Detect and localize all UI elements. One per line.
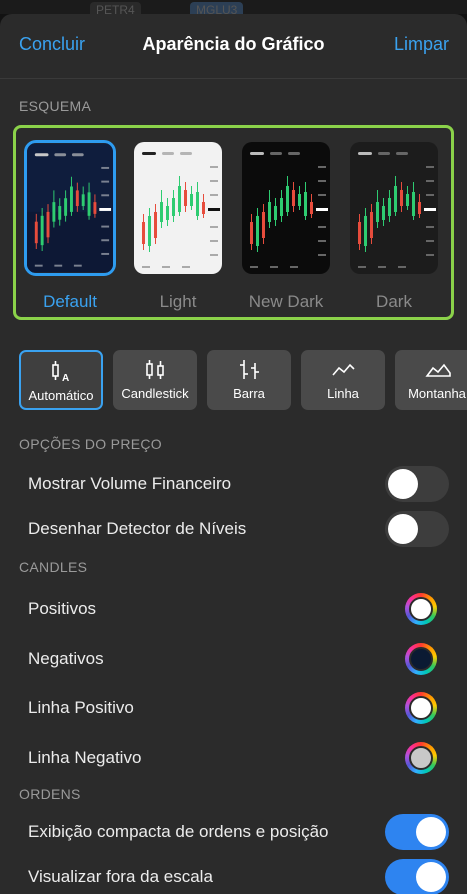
scheme-label-default: Default bbox=[43, 292, 97, 311]
toggle-knob bbox=[388, 469, 418, 499]
positive-color-label: Positivos bbox=[28, 599, 97, 618]
chart-type-automatic[interactable]: A Automático bbox=[19, 350, 103, 410]
scheme-label-light: Light bbox=[159, 292, 197, 311]
chart-type-selector: A Automático Candlestick Barra Linha Mon… bbox=[19, 350, 467, 412]
svg-text:A: A bbox=[62, 373, 69, 383]
chart-type-label: Barra bbox=[233, 386, 265, 401]
line-negative-color-picker[interactable] bbox=[405, 742, 437, 774]
toggle-knob bbox=[416, 817, 446, 847]
out-of-scale-row: Visualizar fora da escala bbox=[28, 857, 449, 894]
positive-color-picker[interactable] bbox=[405, 593, 437, 625]
compact-orders-row: Exibição compacta de ordens e posição bbox=[28, 812, 449, 852]
auto-chart-icon: A bbox=[21, 361, 101, 384]
chart-type-label: Linha bbox=[327, 386, 359, 401]
show-volume-toggle[interactable] bbox=[385, 466, 449, 502]
negative-color-picker[interactable] bbox=[405, 643, 437, 675]
line-chart-icon bbox=[301, 359, 385, 381]
section-title-scheme: ESQUEMA bbox=[19, 98, 92, 114]
section-title-orders: ORDENS bbox=[19, 786, 81, 802]
header-divider bbox=[0, 78, 467, 79]
scheme-preview-light bbox=[134, 142, 222, 274]
scheme-selector: Default Light New Dark Dark bbox=[13, 125, 454, 320]
line-positive-color-label: Linha Positivo bbox=[28, 698, 134, 717]
scheme-option-dark[interactable]: Dark bbox=[348, 140, 440, 312]
scheme-label-dark: Dark bbox=[376, 292, 412, 311]
ticker-tab-1: PETR4 bbox=[90, 2, 141, 14]
negative-color-row: Negativos bbox=[28, 639, 449, 679]
chart-type-label: Montanha bbox=[408, 386, 466, 401]
show-volume-row: Mostrar Volume Financeiro bbox=[28, 464, 449, 504]
line-positive-color-picker[interactable] bbox=[405, 692, 437, 724]
clear-button[interactable]: Limpar bbox=[394, 34, 449, 55]
level-detector-label: Desenhar Detector de Níveis bbox=[28, 519, 247, 538]
chart-preview-icon bbox=[27, 143, 113, 273]
color-preview bbox=[409, 696, 433, 720]
negative-color-label: Negativos bbox=[28, 649, 104, 668]
chart-preview-icon bbox=[350, 142, 438, 274]
scheme-preview-new-dark bbox=[242, 142, 330, 274]
bar-chart-icon bbox=[207, 359, 291, 381]
line-negative-color-row: Linha Negativo bbox=[28, 738, 449, 778]
level-detector-row: Desenhar Detector de Níveis bbox=[28, 509, 449, 549]
section-title-candles: CANDLES bbox=[19, 559, 88, 575]
out-of-scale-toggle[interactable] bbox=[385, 859, 449, 894]
section-title-price-options: OPÇÕES DO PREÇO bbox=[19, 436, 162, 452]
ticker-tab-2: MGLU3 bbox=[190, 2, 244, 14]
chart-type-label: Automático bbox=[28, 388, 94, 403]
line-negative-color-label: Linha Negativo bbox=[28, 748, 142, 767]
show-volume-label: Mostrar Volume Financeiro bbox=[28, 474, 232, 493]
line-positive-color-row: Linha Positivo bbox=[28, 688, 449, 728]
compact-orders-toggle[interactable] bbox=[385, 814, 449, 850]
scheme-option-light[interactable]: Light bbox=[132, 140, 224, 312]
out-of-scale-label: Visualizar fora da escala bbox=[28, 867, 213, 886]
scheme-preview-default bbox=[24, 140, 116, 276]
chart-type-bar[interactable]: Barra bbox=[207, 350, 291, 410]
chart-type-label: Candlestick bbox=[121, 386, 189, 401]
chart-appearance-sheet: Concluir Aparência do Gráfico Limpar ESQ… bbox=[0, 14, 467, 894]
toggle-knob bbox=[416, 862, 446, 892]
scheme-label-new-dark: New Dark bbox=[248, 292, 324, 311]
chart-type-candlestick[interactable]: Candlestick bbox=[113, 350, 197, 410]
chart-preview-icon bbox=[242, 142, 330, 274]
scheme-option-new-dark[interactable]: New Dark bbox=[240, 140, 332, 312]
color-preview bbox=[409, 746, 433, 770]
color-preview bbox=[409, 647, 433, 671]
sheet-header: Concluir Aparência do Gráfico Limpar bbox=[0, 14, 467, 78]
chart-preview-icon bbox=[134, 142, 222, 274]
scheme-option-default[interactable]: Default bbox=[24, 140, 116, 312]
level-detector-toggle[interactable] bbox=[385, 511, 449, 547]
toggle-knob bbox=[388, 514, 418, 544]
mountain-chart-icon bbox=[395, 359, 467, 381]
chart-type-line[interactable]: Linha bbox=[301, 350, 385, 410]
scheme-preview-dark bbox=[350, 142, 438, 274]
positive-color-row: Positivos bbox=[28, 589, 449, 629]
chart-type-mountain[interactable]: Montanha bbox=[395, 350, 467, 410]
candlestick-icon bbox=[113, 359, 197, 381]
color-preview bbox=[409, 597, 433, 621]
compact-orders-label: Exibição compacta de ordens e posição bbox=[28, 822, 329, 841]
background-app-tabs: PETR4 MGLU3 bbox=[0, 0, 467, 14]
